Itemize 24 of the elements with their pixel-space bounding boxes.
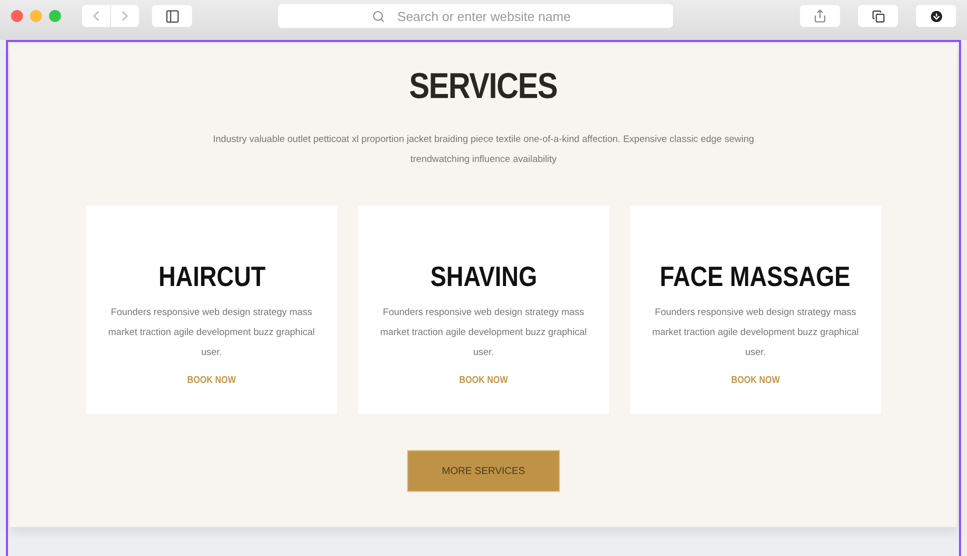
tabs-icon: [872, 10, 884, 22]
book-now-link[interactable]: BOOK NOW: [731, 373, 780, 388]
card-text: Founders responsive web design strategy mass market traction agile development buzz graphical user.: [379, 306, 588, 360]
book-now-link[interactable]: BOOK NOW: [459, 373, 508, 388]
forward-button[interactable]: [111, 5, 139, 27]
address-field[interactable]: Search or enter website name: [278, 4, 672, 28]
section-intro: Industry valuable outlet petticoat xl proportion jacket braiding piece textile one-of-a-kind affection. Expensive classic edge sewing trendwatching influence availability: [212, 133, 756, 167]
share-button[interactable]: [800, 5, 840, 27]
download-icon: [928, 8, 944, 24]
back-button[interactable]: [82, 5, 110, 27]
section-title: SERVICES: [409, 64, 558, 108]
book-now-link[interactable]: BOOK NOW: [187, 373, 236, 388]
card-title: FACE MASSAGE: [660, 260, 851, 294]
card-text: Founders responsive web design strategy mass market traction agile development buzz graphical user.: [651, 306, 860, 360]
download-button[interactable]: [916, 5, 956, 27]
search-icon: [372, 10, 384, 23]
card-title: HAIRCUT: [158, 260, 266, 294]
card-text: Founders responsive web design strategy mass market traction agile development buzz graphical user.: [107, 306, 316, 360]
share-icon: [813, 9, 827, 23]
sidebar-icon: [164, 8, 180, 24]
card-title: SHAVING: [430, 260, 537, 294]
sidebar-button[interactable]: [152, 5, 192, 27]
more-services-button[interactable]: MORE SERVICES: [407, 450, 560, 492]
tabs-button[interactable]: [858, 5, 898, 27]
